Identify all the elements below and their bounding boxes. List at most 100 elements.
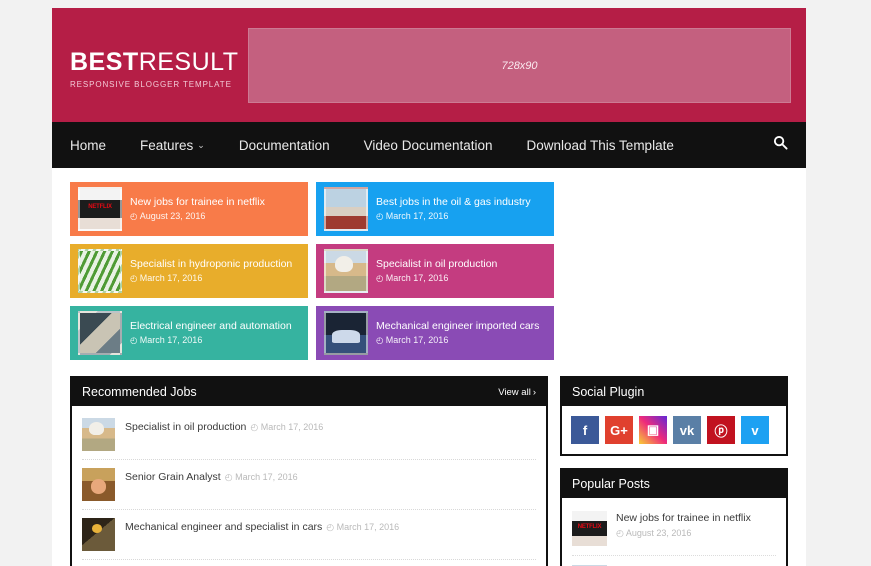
ad-banner[interactable]: 728x90 [248, 28, 791, 103]
nav-item-download-this-template[interactable]: Download This Template [527, 138, 674, 153]
clock-icon: ◴ [130, 335, 140, 345]
featured-card[interactable]: Mechanical engineer imported cars ◴ Marc… [316, 306, 554, 360]
featured-card-date: ◴ March 17, 2016 [130, 335, 202, 345]
featured-card[interactable]: Electrical engineer and automation ◴ Mar… [70, 306, 308, 360]
site-logo[interactable]: BESTRESULT RESPONSIVE BLOGGER TEMPLATE [70, 50, 238, 90]
clock-icon: ◴ [376, 335, 386, 345]
featured-card-thumbnail [78, 249, 122, 293]
recommended-job-row[interactable]: Senior Grain Analyst ◴ March 17, 2016 [82, 460, 536, 510]
nav-item-label: Video Documentation [363, 137, 493, 153]
featured-card-date-value: March 17, 2016 [385, 273, 449, 283]
brand-title: BESTRESULT [70, 50, 238, 75]
brand-tagline: RESPONSIVE BLOGGER TEMPLATE [70, 80, 232, 89]
recommended-job-row[interactable]: Mechanical engineer and specialist in ca… [82, 510, 536, 560]
sidebar: Social Plugin fG+▣vkⓟᴠ Popular Posts New… [560, 376, 788, 566]
popular-post-row[interactable]: Specialist in oil production ◴ March 17,… [572, 556, 776, 566]
popular-post-date: ◴ August 23, 2016 [616, 528, 692, 539]
ad-banner-label: 728x90 [501, 59, 538, 72]
featured-card[interactable]: New jobs for trainee in netflix ◴ August… [70, 182, 308, 236]
featured-card-date-value: March 17, 2016 [139, 335, 203, 345]
recommended-jobs-panel: Recommended Jobs View all › Specialist i… [70, 376, 548, 566]
nav-item-label: Download This Template [526, 137, 674, 153]
recommended-job-thumbnail [82, 518, 115, 551]
recommended-jobs-list: Specialist in oil production ◴ March 17, … [72, 406, 546, 566]
search-icon[interactable] [773, 135, 788, 155]
featured-card-date: ◴ March 17, 2016 [130, 273, 202, 283]
pinterest-icon[interactable]: ⓟ [707, 416, 735, 444]
instagram-icon[interactable]: ▣ [639, 416, 667, 444]
featured-card-text: Specialist in oil production ◴ March 17,… [376, 257, 546, 285]
nav-item-label: Home [70, 137, 107, 153]
featured-card-title: Mechanical engineer imported cars [376, 319, 540, 332]
twitter-icon[interactable]: ᴠ [741, 416, 769, 444]
featured-card-date-value: March 17, 2016 [385, 211, 449, 221]
featured-card-text: Mechanical engineer imported cars ◴ Marc… [376, 319, 546, 347]
featured-card-date: ◴ March 17, 2016 [376, 335, 448, 345]
clock-icon: ◴ [130, 273, 140, 283]
content-area: Recommended Jobs View all › Specialist i… [52, 360, 806, 566]
main-column: Recommended Jobs View all › Specialist i… [70, 376, 548, 566]
featured-card-text: Electrical engineer and automation ◴ Mar… [130, 319, 300, 347]
vk-icon[interactable]: vk [673, 416, 701, 444]
featured-card-date: ◴ August 23, 2016 [130, 211, 205, 221]
featured-card-title: Specialist in oil production [376, 257, 498, 270]
social-plugin-title: Social Plugin [572, 385, 645, 399]
brand-light: RESULT [138, 48, 239, 76]
nav-item-video-documentation[interactable]: Video Documentation [364, 138, 493, 153]
social-plugin-header: Social Plugin [562, 378, 786, 406]
recommended-job-title: Senior Grain Analyst [125, 471, 221, 483]
chevron-down-icon: ⌄ [197, 139, 205, 150]
featured-card[interactable]: Best jobs in the oil & gas industry ◴ Ma… [316, 182, 554, 236]
recommended-job-text: Senior Grain Analyst ◴ March 17, 2016 [125, 468, 298, 485]
featured-card-title: Specialist in hydroponic production [130, 257, 293, 270]
social-plugin-panel: Social Plugin f G+ ▣ vk ⓟ ᴠ [560, 376, 788, 456]
clock-icon: ◴ [376, 273, 386, 283]
view-all-link[interactable]: View all › [498, 387, 536, 398]
recommended-job-date: ◴ March 17, 2016 [224, 472, 298, 482]
brand-bold: BEST [70, 48, 139, 76]
recommended-job-thumbnail [82, 468, 115, 501]
popular-posts-list: New jobs for trainee in netflix ◴ August… [562, 498, 786, 566]
featured-card-thumbnail [324, 187, 368, 231]
nav-item-documentation[interactable]: Documentation [239, 138, 330, 153]
google-plus-icon[interactable]: G+ [605, 416, 633, 444]
popular-post-thumbnail [572, 511, 607, 546]
recommended-job-title: Specialist in oil production [125, 421, 247, 433]
site-header: BESTRESULT RESPONSIVE BLOGGER TEMPLATE 7… [52, 8, 806, 122]
recommended-job-title: Mechanical engineer and specialist in ca… [125, 521, 323, 533]
popular-posts-header: Popular Posts [562, 470, 786, 498]
clock-icon: ◴ [376, 211, 386, 221]
featured-card[interactable]: Specialist in hydroponic production ◴ Ma… [70, 244, 308, 298]
featured-card-thumbnail [78, 311, 122, 355]
featured-card-thumbnail [324, 249, 368, 293]
view-all-label: View all [498, 386, 531, 398]
popular-post-title: New jobs for trainee in netflix [616, 512, 751, 524]
featured-card-thumbnail [78, 187, 122, 231]
featured-card-date-value: March 17, 2016 [139, 273, 203, 283]
featured-card-text: New jobs for trainee in netflix ◴ August… [130, 195, 300, 223]
featured-card[interactable]: Specialist in oil production ◴ March 17,… [316, 244, 554, 298]
recommended-job-row[interactable]: Software engineer with iOS experience◴ M… [82, 560, 536, 566]
featured-card-text: Best jobs in the oil & gas industry ◴ Ma… [376, 195, 546, 223]
featured-card-date: ◴ March 17, 2016 [376, 273, 448, 283]
popular-post-row[interactable]: New jobs for trainee in netflix ◴ August… [572, 502, 776, 556]
recommended-job-text: Mechanical engineer and specialist in ca… [125, 518, 399, 535]
social-buttons-row: f G+ ▣ vk ⓟ ᴠ [562, 406, 786, 454]
featured-posts-grid: New jobs for trainee in netflix ◴ August… [52, 168, 806, 360]
nav-item-home[interactable]: Home [70, 138, 106, 153]
featured-card-title: New jobs for trainee in netflix [130, 195, 265, 208]
nav-item-features[interactable]: Features ⌄ [140, 138, 205, 153]
clock-icon: ◴ [130, 211, 140, 221]
main-navigation: Home Features ⌄ Documentation Video Document… [52, 122, 806, 168]
popular-posts-panel: Popular Posts New jobs for trainee in ne… [560, 468, 788, 566]
facebook-icon[interactable]: f [571, 416, 599, 444]
recommended-job-row[interactable]: Specialist in oil production ◴ March 17, … [82, 410, 536, 460]
recommended-job-text: Specialist in oil production ◴ March 17, … [125, 418, 323, 435]
recommended-jobs-header: Recommended Jobs View all › [72, 378, 546, 406]
popular-posts-title: Popular Posts [572, 477, 650, 491]
recommended-job-date: ◴ March 17, 2016 [250, 422, 324, 432]
featured-card-date-value: March 17, 2016 [385, 335, 449, 345]
featured-card-title: Best jobs in the oil & gas industry [376, 195, 531, 208]
recommended-job-thumbnail [82, 418, 115, 451]
featured-card-date-value: August 23, 2016 [139, 211, 206, 221]
